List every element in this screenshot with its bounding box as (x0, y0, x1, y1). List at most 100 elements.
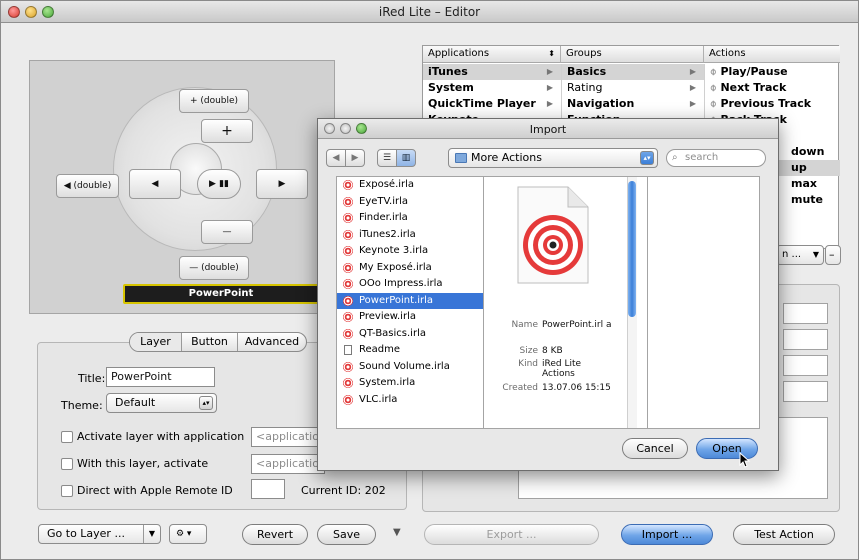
action-popup[interactable]: n ... ▼ (776, 245, 824, 265)
preview-scrollbar[interactable] (627, 177, 637, 428)
applications-header[interactable]: Applications ⬍ (423, 46, 561, 63)
detail-field-4[interactable] (783, 381, 828, 402)
meta-created-value: 13.07.06 15:15 (542, 383, 611, 393)
list-item[interactable]: iTunes2.irla (337, 227, 483, 244)
title-field[interactable]: PowerPoint (106, 367, 215, 387)
list-view-icon[interactable]: ☰ (377, 149, 397, 167)
detail-field-2[interactable] (783, 329, 828, 350)
tab-advanced[interactable]: Advanced (238, 333, 306, 351)
list-item[interactable]: VLC.irla (337, 392, 483, 409)
meta-name-label: Name (511, 320, 538, 330)
plus-button[interactable]: + (201, 119, 253, 143)
groups-header[interactable]: Groups (561, 46, 704, 63)
left-double-button[interactable]: ◀ (double) (56, 174, 119, 198)
irla-file-icon (343, 229, 353, 240)
list-item[interactable]: Keynote 3.irla (337, 243, 483, 260)
popup-stepper-icon: ▴▾ (640, 151, 654, 165)
left-button[interactable]: ◀ (129, 169, 181, 199)
list-item[interactable]: EyeTV.irla (337, 194, 483, 211)
location-popup[interactable]: More Actions ▴▾ (448, 148, 658, 168)
theme-popup[interactable]: Default ▴▾ (106, 393, 217, 413)
folder-icon (455, 153, 467, 163)
meta-size-value: 8 KB (542, 346, 563, 356)
remove-action-button[interactable]: – (825, 245, 841, 265)
document-icon (344, 345, 352, 355)
file-list: Exposé.irla EyeTV.irla Finder.irla iTune… (336, 176, 483, 429)
tab-layer[interactable]: Layer (130, 333, 182, 351)
groups-header-label: Groups (566, 48, 602, 59)
empty-column (648, 176, 760, 429)
irla-file-icon (343, 361, 353, 372)
with-layer-app-field[interactable]: <application (251, 454, 325, 474)
target-document-icon (517, 186, 589, 284)
list-item[interactable]: ⌽ Previous Track (705, 96, 840, 112)
plus-double-button[interactable]: + (double) (179, 89, 249, 113)
irla-file-icon (343, 394, 353, 405)
list-item[interactable]: System ▶ (423, 80, 561, 96)
irla-file-icon (343, 196, 353, 207)
import-button[interactable]: Import ... (621, 524, 713, 545)
detail-field-3[interactable] (783, 355, 828, 376)
right-button[interactable]: ▶ (256, 169, 308, 199)
sort-icon: ⬍ (548, 49, 555, 58)
activate-app-field[interactable]: <application (251, 427, 325, 447)
list-item[interactable]: iTunes ▶ (423, 64, 561, 80)
go-to-layer-popup[interactable]: Go to Layer ... ▼ (38, 524, 161, 544)
export-button[interactable]: Export ... (424, 524, 599, 545)
list-item[interactable]: System.irla (337, 375, 483, 392)
remote-id-field[interactable] (251, 479, 285, 499)
list-item[interactable]: ⌽ Play/Pause (705, 64, 840, 80)
irla-file-icon (343, 262, 353, 273)
direct-remote-checkbox[interactable] (61, 485, 73, 497)
layer-name-bar[interactable]: PowerPoint (123, 284, 319, 304)
meta-created-label: Created (502, 383, 538, 393)
back-button[interactable]: ◀ (326, 149, 346, 167)
action-gear-button[interactable]: ⚙ ▾ (169, 524, 207, 544)
tab-button[interactable]: Button (182, 333, 238, 351)
list-item-selected[interactable]: PowerPoint.irla (337, 292, 483, 309)
minus-double-button[interactable]: — (double) (179, 256, 249, 280)
test-action-button[interactable]: Test Action (733, 524, 835, 545)
disclosure-arrow-icon[interactable]: ▼ (393, 527, 401, 538)
minus-button[interactable]: — (201, 220, 253, 244)
list-item[interactable]: Basics ▶ (562, 64, 704, 80)
actions-header-label: Actions (709, 48, 746, 59)
list-item[interactable]: Rating ▶ (562, 80, 704, 96)
activate-checkbox[interactable] (61, 431, 73, 443)
window-titlebar: iRed Lite – Editor (1, 1, 858, 23)
list-item[interactable]: QuickTime Player ▶ (423, 96, 561, 112)
meta-name-value: PowerPoint.irl a (542, 320, 612, 330)
forward-button[interactable]: ▶ (345, 149, 365, 167)
scrollbar-thumb[interactable] (628, 181, 636, 317)
actions-header[interactable]: Actions (704, 46, 840, 63)
chevron-down-icon: ▼ (142, 525, 155, 543)
column-view-icon[interactable]: ▥ (396, 149, 416, 167)
list-item[interactable]: OOo Impress.irla (337, 276, 483, 293)
search-icon: ⌕ (672, 152, 678, 163)
import-dialog: Import ◀ ▶ ☰ ▥ More Actions ▴▾ ⌕ search … (317, 118, 779, 471)
with-layer-checkbox[interactable] (61, 458, 73, 470)
meta-kind-label: Kind (518, 359, 538, 369)
list-item[interactable]: ⌽ Next Track (705, 80, 840, 96)
list-item[interactable]: QT-Basics.irla (337, 326, 483, 343)
dialog-title: Import (529, 123, 567, 136)
popup-stepper-icon: ▴▾ (199, 396, 213, 410)
list-item[interactable]: Finder.irla (337, 210, 483, 227)
play-pause-button[interactable]: ▶ ▮▮ (197, 169, 241, 199)
search-input[interactable]: ⌕ search (666, 149, 766, 167)
save-button[interactable]: Save (317, 524, 376, 545)
list-item[interactable]: Readme (337, 342, 483, 359)
list-item[interactable]: Preview.irla (337, 309, 483, 326)
irla-file-icon (343, 312, 353, 322)
meta-kind-value: iRed Lite Actions (542, 359, 582, 379)
go-to-layer-label: Go to Layer ... (47, 527, 125, 540)
list-item[interactable]: Exposé.irla (337, 177, 483, 194)
cancel-button[interactable]: Cancel (622, 438, 688, 459)
list-item[interactable]: Sound Volume.irla (337, 359, 483, 376)
detail-field-1[interactable] (783, 303, 828, 324)
irla-file-icon (343, 295, 353, 306)
revert-button[interactable]: Revert (242, 524, 308, 545)
list-item[interactable]: My Exposé.irla (337, 260, 483, 277)
dialog-titlebar: Import (318, 119, 778, 139)
list-item[interactable]: Navigation ▶ (562, 96, 704, 112)
